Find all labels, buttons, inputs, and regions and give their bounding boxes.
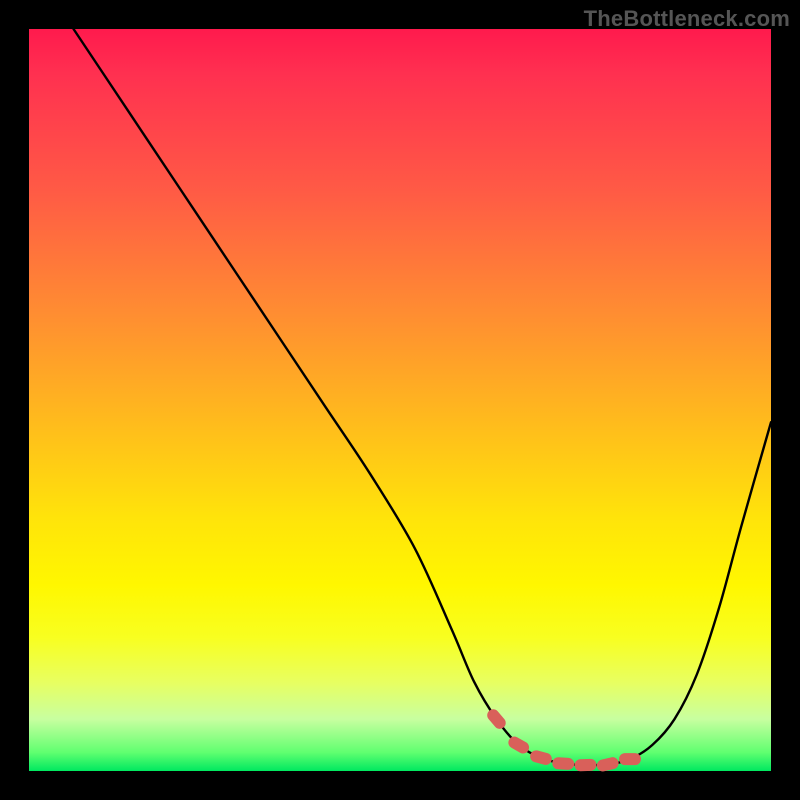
plateau-marker bbox=[529, 749, 553, 766]
plateau-marker bbox=[574, 759, 596, 772]
plateau-markers bbox=[485, 707, 641, 773]
watermark-text: TheBottleneck.com bbox=[584, 6, 790, 32]
bottleneck-curve bbox=[74, 29, 771, 765]
plateau-marker bbox=[619, 753, 641, 765]
plateau-marker bbox=[485, 707, 508, 732]
plateau-marker bbox=[596, 756, 620, 773]
chart-svg bbox=[29, 29, 771, 771]
plateau-marker bbox=[552, 757, 575, 770]
